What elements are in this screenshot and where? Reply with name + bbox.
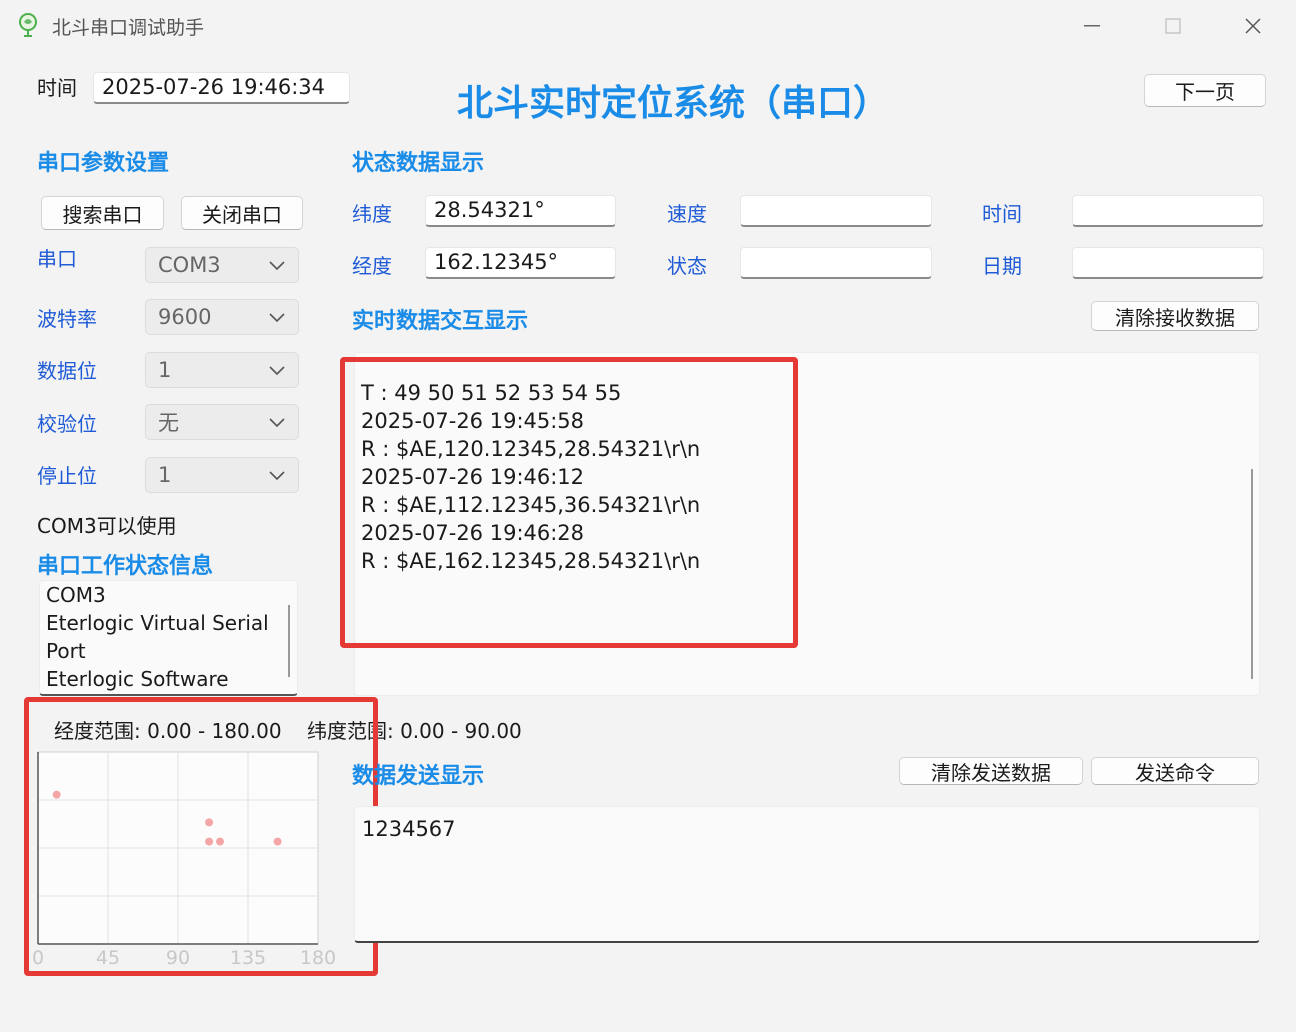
longitude-label: 经度: [352, 254, 392, 278]
scrollbar[interactable]: [1251, 469, 1253, 679]
page-title: 北斗实时定位系统（串口）: [457, 83, 890, 124]
maximize-button[interactable]: [1155, 12, 1191, 40]
chevron-down-icon: [269, 261, 285, 271]
send-textarea[interactable]: 1234567: [354, 806, 1260, 943]
maximize-icon: [1165, 18, 1181, 34]
window-title: 北斗串口调试助手: [52, 17, 205, 39]
databits-select[interactable]: 1: [145, 352, 299, 388]
baud-select[interactable]: 9600: [145, 299, 299, 335]
port-label: 串口: [37, 247, 77, 271]
highlight-box: [340, 357, 798, 648]
port-status-text: COM3可以使用: [37, 514, 177, 538]
port-info-line: Eterlogic Virtual Serial: [46, 611, 269, 635]
speed-label: 速度: [667, 202, 707, 226]
search-port-button[interactable]: 搜索串口: [41, 196, 164, 230]
date-field[interactable]: [1072, 247, 1264, 279]
serial-settings-heading: 串口参数设置: [37, 151, 170, 176]
close-port-button[interactable]: 关闭串口: [181, 196, 303, 230]
latitude-label: 纬度: [352, 202, 392, 226]
parity-select-value: 无: [158, 411, 179, 435]
gps-time-label: 时间: [982, 202, 1022, 226]
time-label: 时间: [37, 76, 77, 100]
port-select-value: COM3: [158, 253, 221, 277]
baud-label: 波特率: [37, 307, 97, 331]
stopbits-select[interactable]: 1: [145, 457, 299, 493]
chevron-down-icon: [269, 418, 285, 428]
databits-select-value: 1: [158, 358, 172, 382]
databits-label: 数据位: [37, 359, 97, 383]
port-info-box[interactable]: COM3 Eterlogic Virtual Serial Port Eterl…: [39, 580, 298, 696]
state-field[interactable]: [740, 247, 932, 279]
chevron-down-icon: [269, 313, 285, 323]
minimize-button[interactable]: [1074, 12, 1110, 40]
parity-select[interactable]: 无: [145, 404, 299, 440]
date-label: 日期: [982, 254, 1022, 278]
port-info-line: Eterlogic Software: [46, 667, 229, 691]
state-label: 状态: [667, 254, 707, 278]
time-field[interactable]: 2025-07-26 19:46:34: [93, 72, 350, 104]
send-text: 1234567: [362, 817, 456, 841]
port-info-line: COM3: [46, 583, 106, 607]
clear-send-button[interactable]: 清除发送数据: [899, 757, 1083, 785]
chevron-down-icon: [269, 471, 285, 481]
parity-label: 校验位: [37, 412, 97, 436]
longitude-field[interactable]: 162.12345°: [425, 247, 616, 279]
send-heading: 数据发送显示: [352, 764, 485, 789]
close-icon: [1245, 18, 1261, 34]
gps-time-field[interactable]: [1072, 195, 1264, 227]
next-page-button[interactable]: 下一页: [1144, 74, 1266, 107]
close-window-button[interactable]: [1235, 12, 1271, 40]
baud-select-value: 9600: [158, 305, 212, 329]
realtime-heading: 实时数据交互显示: [352, 309, 529, 334]
highlight-box: [24, 697, 378, 976]
clear-receive-button[interactable]: 清除接收数据: [1091, 301, 1259, 331]
port-info-line: Port: [46, 639, 86, 663]
port-select[interactable]: COM3: [145, 247, 299, 283]
title-bar: 北斗串口调试助手: [0, 0, 1296, 52]
stopbits-select-value: 1: [158, 463, 172, 487]
app-logo-icon: [19, 13, 37, 37]
stopbits-label: 停止位: [37, 464, 97, 488]
chevron-down-icon: [269, 366, 285, 376]
speed-field[interactable]: [740, 195, 932, 227]
status-display-heading: 状态数据显示: [352, 151, 485, 176]
latitude-field[interactable]: 28.54321°: [425, 195, 616, 227]
scrollbar[interactable]: [288, 605, 290, 677]
send-command-button[interactable]: 发送命令: [1091, 757, 1259, 785]
port-info-heading: 串口工作状态信息: [37, 554, 214, 579]
minimize-icon: [1084, 25, 1100, 27]
